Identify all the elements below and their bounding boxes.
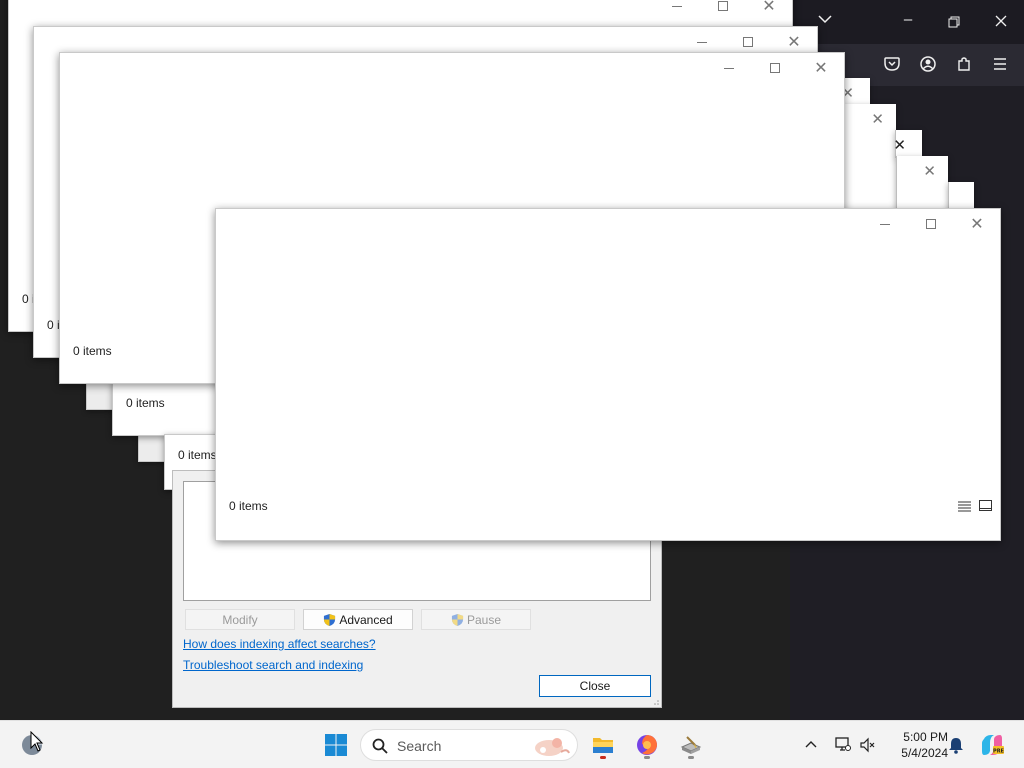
maximize-button[interactable] bbox=[700, 0, 746, 21]
system-clock[interactable]: 5:00 PM 5/4/2024 bbox=[884, 729, 948, 761]
maximize-button[interactable] bbox=[908, 209, 954, 239]
window-caption-buttons: ✕ bbox=[642, 0, 792, 21]
close-icon[interactable]: ✕ bbox=[923, 162, 936, 180]
close-icon: ✕ bbox=[970, 214, 984, 233]
maximize-icon bbox=[743, 37, 753, 47]
minimize-button[interactable] bbox=[654, 0, 700, 21]
clock-time: 5:00 PM bbox=[903, 730, 948, 744]
search-icon bbox=[372, 738, 388, 754]
resize-grip-icon[interactable] bbox=[651, 697, 659, 705]
firefox-icon bbox=[637, 735, 657, 755]
folder-icon bbox=[593, 738, 613, 753]
close-icon[interactable]: ✕ bbox=[893, 136, 906, 154]
account-icon[interactable] bbox=[920, 56, 936, 72]
chevron-up-icon[interactable] bbox=[805, 740, 817, 748]
close-button[interactable]: ✕ bbox=[746, 0, 792, 21]
app-button[interactable] bbox=[676, 727, 706, 763]
modify-button-label: Modify bbox=[222, 612, 258, 627]
menu-icon[interactable] bbox=[993, 58, 1007, 70]
chevron-down-icon[interactable] bbox=[818, 14, 832, 24]
start-button[interactable] bbox=[320, 729, 352, 761]
windows-start-icon bbox=[325, 734, 347, 756]
status-item-count: 0 items bbox=[229, 499, 268, 513]
pause-button-label: Pause bbox=[466, 612, 502, 627]
disk-cleanup-icon bbox=[680, 736, 702, 754]
large-icons-view-icon[interactable] bbox=[979, 500, 992, 512]
active-indicator bbox=[600, 756, 606, 759]
close-icon: ✕ bbox=[787, 32, 801, 51]
maximize-icon bbox=[926, 219, 936, 229]
stacked-window-sliver[interactable]: ✕ bbox=[893, 130, 922, 158]
indexing-help-link[interactable]: How does indexing affect searches? bbox=[183, 637, 376, 651]
stacked-window-sliver[interactable] bbox=[948, 182, 974, 210]
bell-icon[interactable] bbox=[948, 737, 964, 754]
close-button[interactable]: ✕ bbox=[798, 53, 844, 83]
stacked-window-sliver[interactable]: ✕ bbox=[844, 104, 896, 210]
minimize-button[interactable] bbox=[862, 209, 908, 239]
close-button[interactable]: ✕ bbox=[954, 209, 1000, 239]
close-icon[interactable]: ✕ bbox=[871, 110, 884, 128]
window-caption-buttons: ✕ bbox=[694, 53, 844, 83]
status-item-count: 0 items bbox=[73, 344, 112, 358]
pocket-icon[interactable] bbox=[884, 57, 900, 71]
taskbar: Search 5:00 PM 5/4/2024 PRE bbox=[0, 720, 1024, 768]
troubleshoot-link[interactable]: Troubleshoot search and indexing bbox=[183, 658, 363, 672]
search-placeholder: Search bbox=[397, 738, 442, 754]
advanced-button-label: Advanced bbox=[339, 612, 393, 627]
taskbar-search[interactable]: Search bbox=[360, 729, 578, 761]
details-view-icon[interactable] bbox=[958, 501, 971, 512]
shield-icon bbox=[451, 613, 464, 626]
modify-button[interactable]: Modify bbox=[185, 609, 295, 630]
svg-text:PRE: PRE bbox=[993, 749, 1004, 755]
search-highlight-icon bbox=[535, 738, 570, 756]
maximize-icon bbox=[770, 63, 780, 73]
explorer-window-front[interactable]: ✕ 0 items bbox=[215, 208, 1001, 541]
minimize-icon bbox=[880, 223, 890, 225]
file-explorer-button[interactable] bbox=[588, 727, 618, 763]
extensions-icon[interactable] bbox=[956, 56, 972, 72]
view-toggle-group bbox=[958, 500, 992, 512]
clock-date: 5/4/2024 bbox=[901, 746, 948, 760]
close-icon: ✕ bbox=[814, 58, 828, 77]
stacked-window-sliver[interactable]: ✕ bbox=[896, 156, 948, 210]
status-item-count: 0 i bbox=[47, 318, 60, 332]
status-item-count: 0 items bbox=[178, 448, 217, 462]
status-item-count: 0 items bbox=[126, 396, 165, 410]
minimize-icon bbox=[724, 67, 734, 69]
mouse-cursor-icon bbox=[30, 731, 44, 752]
close-icon: ✕ bbox=[762, 0, 776, 15]
pause-button[interactable]: Pause bbox=[421, 609, 531, 630]
volume-muted-icon[interactable] bbox=[860, 737, 876, 753]
maximize-button[interactable] bbox=[752, 53, 798, 83]
maximize-icon bbox=[718, 1, 728, 11]
running-indicator bbox=[644, 756, 650, 759]
window-caption-buttons: ✕ bbox=[850, 209, 1000, 239]
minimize-icon bbox=[697, 41, 707, 43]
copilot-icon[interactable]: PRE bbox=[980, 733, 1004, 757]
close-dialog-button[interactable]: Close bbox=[539, 675, 651, 697]
minimize-button[interactable] bbox=[706, 53, 752, 83]
network-icon[interactable] bbox=[835, 736, 851, 752]
explorer-window-4[interactable]: 0 items bbox=[112, 380, 222, 436]
shield-icon bbox=[324, 613, 336, 626]
close-button-label: Close bbox=[579, 679, 611, 693]
browser-close-icon[interactable] bbox=[995, 15, 1007, 27]
firefox-button[interactable] bbox=[632, 727, 662, 763]
minimize-icon bbox=[672, 5, 682, 7]
advanced-button[interactable]: Advanced bbox=[303, 609, 413, 630]
browser-restore-icon[interactable] bbox=[948, 16, 960, 28]
browser-minimize-button[interactable]: – bbox=[896, 10, 920, 30]
running-indicator bbox=[688, 756, 694, 759]
